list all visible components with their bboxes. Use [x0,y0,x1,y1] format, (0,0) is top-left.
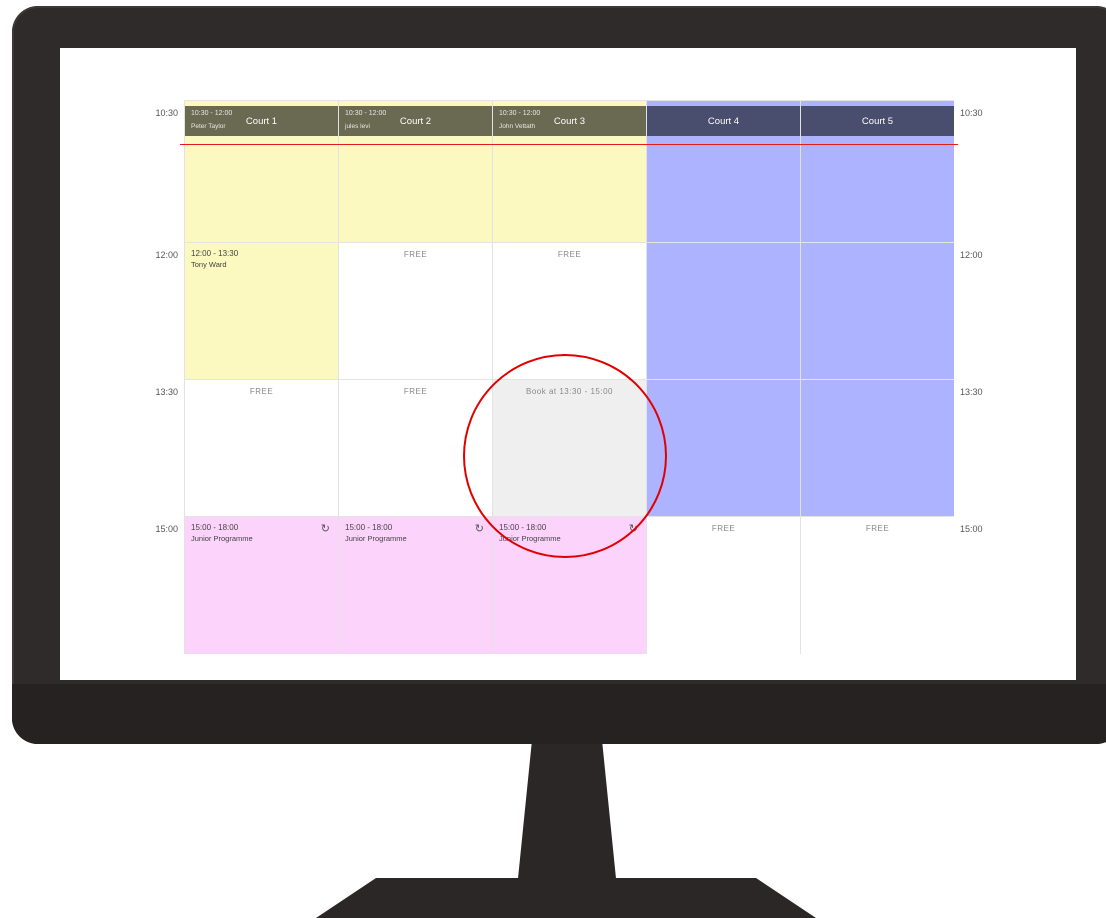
free-slot[interactable]: FREE [185,379,338,516]
slot-status: FREE [249,387,274,396]
time-label-right: 15:00 [960,524,983,534]
slot-booker: Junior Programme [345,534,407,543]
monitor-stand-base [316,878,816,918]
time-label-left: 13:30 [155,387,178,397]
court-header[interactable]: Court 5 [801,106,954,136]
slot-booker: jules levi [345,123,370,130]
screen: 10:30 12:00 13:30 15:00 10:30 12:00 13:30 15:0… [60,48,1076,680]
slot-booker: John Vettath [499,123,536,130]
slot-time: 15:00 - 18:00 [191,523,239,532]
court-header[interactable]: Court 1 10:30 - 12:00 Peter Taylor [185,106,338,136]
slot-time: 10:30 - 12:00 [345,110,387,117]
booking-slot[interactable] [647,379,800,516]
slot-time: 10:30 - 12:00 [499,110,541,117]
court-name: Court 1 [245,115,278,127]
free-slot[interactable]: FREE [339,242,492,379]
time-label-left: 10:30 [155,108,178,118]
slot-time: 12:00 - 13:30 [191,249,239,258]
slot-status: FREE [403,250,428,259]
court-column: FREE Court 4 [646,100,800,654]
booking-slot[interactable] [801,242,954,379]
slot-status: FREE [557,250,582,259]
slot-time: 15:00 - 18:00 [345,523,393,532]
booking-slot[interactable] [647,242,800,379]
court-column: 12:00 - 13:30 Tony Ward FREE 15:00 - 18:00 J… [184,100,338,654]
time-label-left: 12:00 [155,250,178,260]
court-name: Court 4 [707,115,740,127]
current-time-line [180,144,958,145]
slot-status: FREE [865,524,890,533]
highlight-circle [463,354,667,558]
court-name: Court 3 [553,115,586,127]
court-name: Court 2 [399,115,432,127]
monitor-stand-neck [517,744,617,884]
time-label-left: 15:00 [155,524,178,534]
court-column: FREE Court 5 [800,100,954,654]
time-label-right: 10:30 [960,108,983,118]
free-slot[interactable]: FREE [647,516,800,654]
booking-slot[interactable]: 15:00 - 18:00 Junior Programme ↻ [339,516,492,654]
recurring-icon: ↻ [474,523,484,535]
slot-booker: Junior Programme [191,534,253,543]
court-header[interactable]: Court 4 [647,106,800,136]
recurring-icon: ↻ [320,523,330,535]
slot-booker: Peter Taylor [191,123,226,130]
monitor-chin [12,684,1106,744]
time-label-right: 12:00 [960,250,983,260]
booking-slot[interactable]: 15:00 - 18:00 Junior Programme ↻ [185,516,338,654]
slot-status: FREE [711,524,736,533]
court-header[interactable]: Court 3 10:30 - 12:00 John Vettath [493,106,646,136]
court-name: Court 5 [861,115,894,127]
slot-time: 10:30 - 12:00 [191,110,233,117]
free-slot[interactable]: FREE [801,516,954,654]
court-header[interactable]: Court 2 10:30 - 12:00 jules levi [339,106,492,136]
slot-status: FREE [403,387,428,396]
time-label-right: 13:30 [960,387,983,397]
booking-slot[interactable]: 12:00 - 13:30 Tony Ward [185,242,338,379]
court-column: FREE FREE 15:00 - 18:00 Junior Programme ↻ Co… [338,100,492,654]
booking-slot[interactable] [801,379,954,516]
slot-booker: Tony Ward [191,260,227,269]
